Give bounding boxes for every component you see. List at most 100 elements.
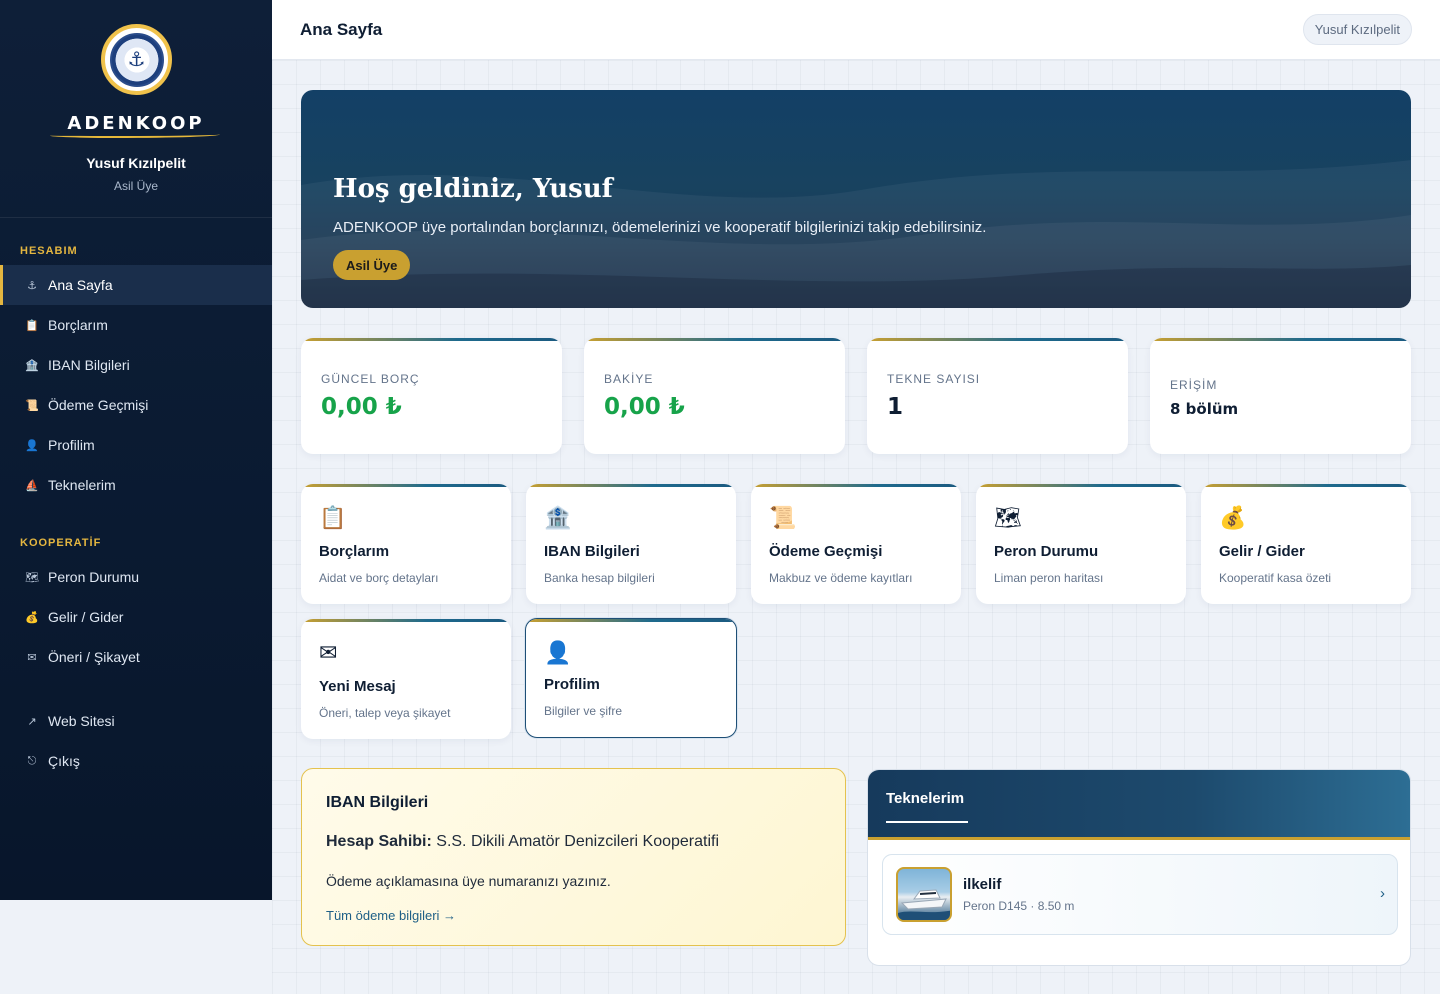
quick-link-title: IBAN Bilgileri — [544, 543, 640, 560]
account-holder-value: S.S. Dikili Amatör Denizcileri Kooperati… — [436, 833, 720, 850]
sidebar: ⚓ ADENKOOP Yusuf Kızılpelit Asil Üye HES… — [0, 0, 272, 900]
sidebar-user-name: Yusuf Kızılpelit — [86, 155, 186, 171]
payment-note: Ödeme açıklamasına üye numaranızı yazını… — [326, 873, 611, 889]
map-icon: 🗺 — [994, 505, 1022, 530]
logout-icon: ⎋ — [27, 754, 37, 767]
sidebar-item-teknelerim[interactable]: ⛵ Teknelerim — [0, 465, 272, 505]
all-payment-info-link[interactable]: Tüm ödeme bilgileri → — [326, 908, 456, 923]
sidebar-item-gelir-gider[interactable]: 💰 Gelir / Gider — [0, 597, 272, 637]
boats-panel-title: Teknelerim — [886, 790, 965, 807]
stat-value: 1 — [887, 394, 904, 420]
chevron-right-icon: › — [1380, 885, 1385, 902]
card-accent-line — [976, 484, 1186, 487]
card-accent-line — [301, 484, 511, 487]
sidebar-item-peron-durumu[interactable]: 🗺 Peron Durumu — [0, 557, 272, 597]
sidebar-item-label: IBAN Bilgileri — [48, 357, 130, 373]
topbar: Ana Sayfa Yusuf Kızılpelit — [272, 0, 1440, 60]
sidebar-item-label: Öneri / Şikayet — [48, 649, 140, 665]
sidebar-item-label: Çıkış — [48, 753, 80, 769]
sidebar-item-odeme-gecmisi[interactable]: 📜 Ödeme Geçmişi — [0, 385, 272, 425]
card-accent-line — [1201, 484, 1411, 487]
boats-panel-header: Teknelerim — [868, 770, 1410, 840]
sidebar-item-oneri-sikayet[interactable]: ✉ Öneri / Şikayet — [0, 637, 272, 677]
quick-link-subtitle: Banka hesap bilgileri — [544, 571, 655, 585]
quick-link-profilim[interactable]: 👤 Profilim Bilgiler ve şifre — [525, 618, 737, 738]
card-accent-line — [1150, 338, 1411, 341]
card-accent-line — [301, 338, 562, 341]
quick-link-title: Yeni Mesaj — [319, 678, 396, 695]
sidebar-item-label: Profilim — [48, 437, 95, 453]
sidebar-item-label: Ödeme Geçmişi — [48, 397, 149, 413]
quick-link-subtitle: Aidat ve borç detayları — [319, 571, 439, 585]
boat-photo-drawing — [898, 889, 950, 920]
boat-photo — [896, 867, 952, 922]
sidebar-item-web-sitesi[interactable]: ↗ Web Sitesi — [0, 701, 272, 741]
envelope-icon: ✉ — [27, 651, 37, 664]
card-accent-line — [867, 338, 1128, 341]
stat-label: BAKİYE — [604, 372, 654, 386]
quick-link-iban-bilgileri[interactable]: 🏦 IBAN Bilgileri Banka hesap bilgileri — [526, 484, 736, 604]
sidebar-item-borclarim[interactable]: 📋 Borçlarım — [0, 305, 272, 345]
map-icon: 🗺 — [25, 571, 39, 584]
quick-link-borclarim[interactable]: 📋 Borçlarım Aidat ve borç detayları — [301, 484, 511, 604]
user-menu-chip[interactable]: Yusuf Kızılpelit — [1302, 14, 1412, 45]
brand-underline — [50, 132, 220, 138]
page-title: Ana Sayfa — [300, 19, 383, 39]
envelope-icon: ✉ — [319, 640, 338, 665]
card-accent-line — [751, 484, 961, 487]
stat-value: 0,00 ₺ — [604, 394, 685, 420]
quick-link-subtitle: Kooperatif kasa özeti — [1219, 571, 1332, 585]
stat-card-access: ERİŞİM 8 bölüm — [1150, 338, 1411, 454]
quick-link-subtitle: Bilgiler ve şifre — [544, 704, 623, 718]
sailboat-icon: ⛵ — [25, 479, 39, 492]
sidebar-item-label: Borçlarım — [48, 317, 108, 333]
scroll-icon: 📜 — [769, 505, 797, 530]
bank-icon: 🏦 — [544, 505, 572, 530]
stat-card-current-debt: GÜNCEL BORÇ 0,00 ₺ — [301, 338, 562, 454]
bank-icon: 🏦 — [25, 359, 39, 372]
user-icon: 👤 — [25, 439, 39, 452]
sidebar-item-ana-sayfa[interactable]: ⚓ Ana Sayfa — [0, 265, 272, 305]
sidebar-item-iban-bilgileri[interactable]: 🏦 IBAN Bilgileri — [0, 345, 272, 385]
quick-link-yeni-mesaj[interactable]: ✉ Yeni Mesaj Öneri, talep veya şikayet — [301, 619, 511, 739]
quick-link-subtitle: Öneri, talep veya şikayet — [319, 706, 451, 720]
stat-value: 0,00 ₺ — [321, 394, 402, 420]
cooperative-logo[interactable]: ⚓ — [101, 24, 172, 95]
active-tab-underline — [886, 821, 968, 823]
anchor-icon: ⚓ — [27, 279, 37, 292]
boats-panel: Teknelerim ilkelif Peron D145 · 8.50 m › — [867, 769, 1411, 966]
nav-section-cooperative: KOOPERATİF — [20, 537, 102, 549]
iban-panel-title: IBAN Bilgileri — [326, 794, 429, 811]
quick-link-odeme-gecmisi[interactable]: 📜 Ödeme Geçmişi Makbuz ve ödeme kayıtlar… — [751, 484, 961, 604]
welcome-hero: Hoş geldiniz, Yusuf ADENKOOP üye portalı… — [301, 90, 1411, 308]
stat-value: 8 bölüm — [1170, 400, 1239, 418]
money-bag-icon: 💰 — [25, 611, 39, 624]
card-accent-line — [301, 619, 511, 622]
card-accent-line — [526, 619, 736, 622]
quick-link-gelir-gider[interactable]: 💰 Gelir / Gider Kooperatif kasa özeti — [1201, 484, 1411, 604]
sidebar-user-role: Asil Üye — [113, 179, 158, 193]
boat-details: Peron D145 · 8.50 m — [963, 899, 1075, 913]
quick-link-peron-durumu[interactable]: 🗺 Peron Durumu Liman peron haritası — [976, 484, 1186, 604]
scroll-icon: 📜 — [25, 399, 39, 412]
boat-name: ilkelif — [963, 876, 1002, 893]
clipboard-icon: 📋 — [319, 505, 347, 530]
card-accent-line — [526, 484, 736, 487]
account-holder-label: Hesap Sahibi: — [326, 833, 432, 850]
quick-link-title: Gelir / Gider — [1219, 543, 1305, 560]
stat-label: ERİŞİM — [1170, 378, 1218, 392]
quick-link-title: Profilim — [544, 676, 600, 693]
quick-link-title: Borçlarım — [319, 543, 390, 560]
sidebar-item-cikis[interactable]: ⎋ Çıkış — [0, 741, 272, 781]
boat-list-item[interactable]: ilkelif Peron D145 · 8.50 m › — [882, 854, 1398, 935]
membership-badge: Asil Üye — [333, 250, 411, 280]
clipboard-icon: 📋 — [25, 319, 39, 332]
quick-link-title: Peron Durumu — [994, 543, 1099, 560]
quick-link-subtitle: Makbuz ve ödeme kayıtları — [769, 571, 913, 585]
nav-section-account: HESABIM — [20, 245, 78, 257]
stat-card-balance: BAKİYE 0,00 ₺ — [584, 338, 845, 454]
quick-link-title: Ödeme Geçmişi — [769, 543, 883, 560]
sidebar-brand: ⚓ ADENKOOP Yusuf Kızılpelit Asil Üye — [0, 0, 272, 218]
sidebar-item-profilim[interactable]: 👤 Profilim — [0, 425, 272, 465]
account-holder: Hesap Sahibi: S.S. Dikili Amatör Denizci… — [326, 833, 719, 851]
